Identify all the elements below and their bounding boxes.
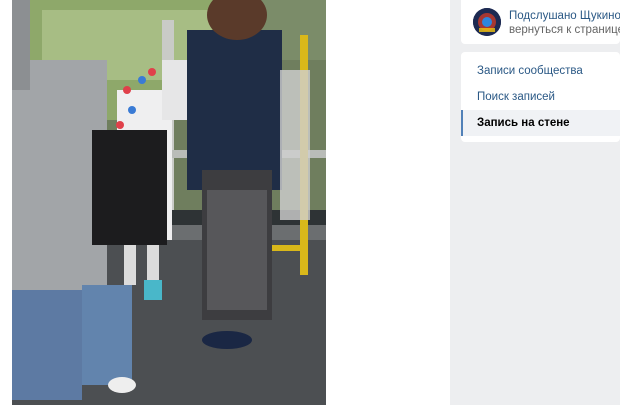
group-card[interactable]: Подслушано Щукино вернуться к странице [461, 0, 620, 44]
group-title-link[interactable]: Подслушано Щукино [509, 10, 620, 22]
right-sidebar: Подслушано Щукино вернуться к странице З… [461, 0, 620, 142]
post-photo[interactable] [12, 0, 326, 405]
wall-menu: Записи сообщества Поиск записей Запись н… [461, 52, 620, 142]
post-panel [0, 0, 450, 405]
group-avatar-icon[interactable] [473, 8, 501, 36]
menu-item-wall-post[interactable]: Запись на стене [461, 110, 620, 136]
menu-item-search-posts[interactable]: Поиск записей [461, 84, 620, 110]
menu-item-community-posts[interactable]: Записи сообщества [461, 58, 620, 84]
back-to-page-link[interactable]: вернуться к странице [509, 24, 620, 36]
